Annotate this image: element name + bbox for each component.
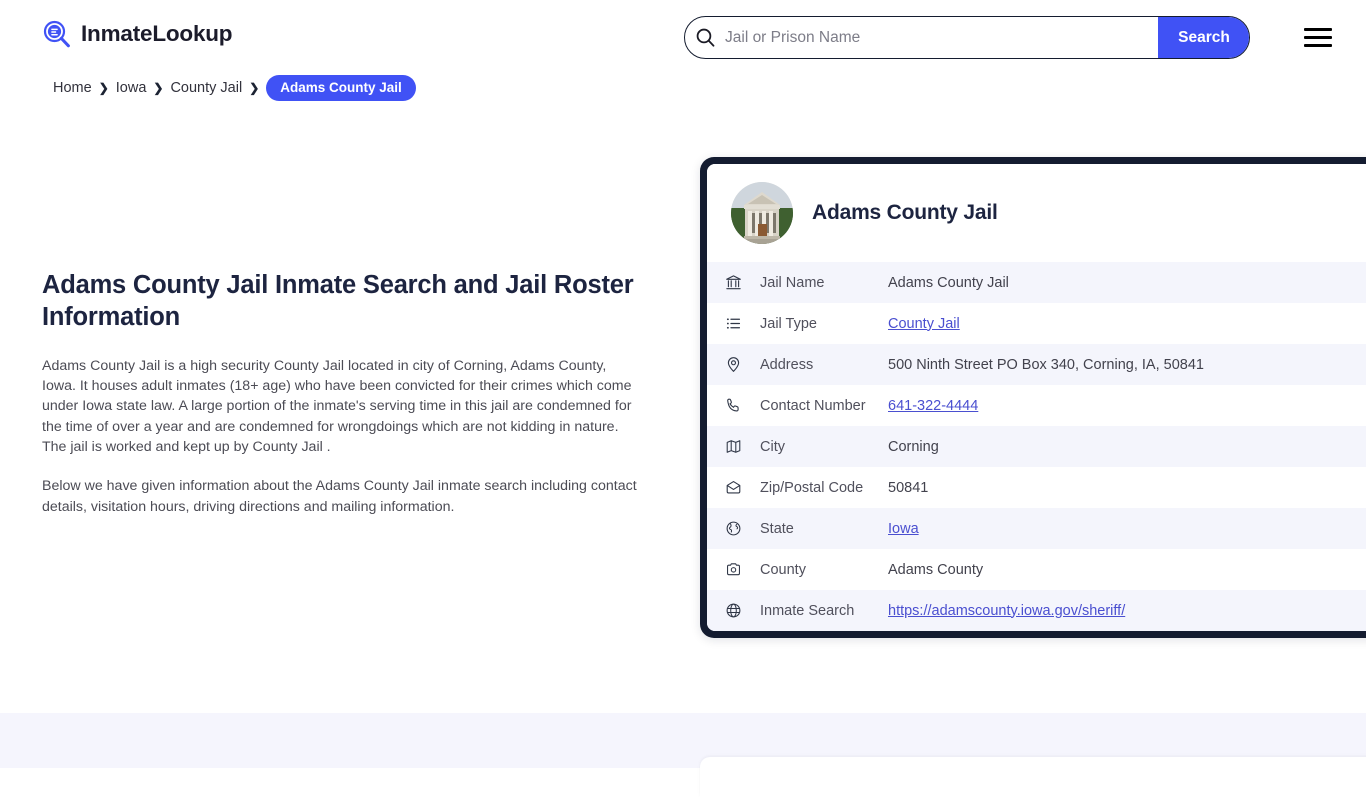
breadcrumb-item-adams-county-jail: Adams County Jail [266, 75, 416, 101]
info-row: County Adams County [707, 549, 1366, 590]
lower-section-card [700, 757, 1366, 797]
info-row-label: Inmate Search [760, 602, 855, 619]
list-icon [707, 315, 760, 332]
info-row: Address 500 Ninth Street PO Box 340, Corn… [707, 344, 1366, 385]
info-row-label: County [760, 561, 806, 578]
map-icon [707, 438, 760, 455]
bank-building-icon [707, 274, 760, 291]
secondary-paragraph: Below we have given information about th… [42, 478, 637, 515]
info-row-label: Jail Name [760, 274, 825, 291]
jail-info-card: Adams County Jail Jail Name Adams County … [700, 157, 1366, 638]
breadcrumb-separator-icon: ❯ [98, 81, 109, 95]
courthouse-photo-avatar [731, 182, 793, 244]
search-bar[interactable]: Search [684, 16, 1250, 59]
info-row: State Iowa [707, 508, 1366, 549]
info-row-label: Address [760, 356, 814, 373]
breadcrumb: Home ❯ Iowa ❯ County Jail ❯ Adams County Jail [53, 75, 416, 101]
phone-icon [707, 397, 760, 414]
info-row-label: Jail Type [760, 315, 817, 332]
county-image-icon [707, 561, 760, 578]
globe-state-icon [707, 520, 760, 537]
breadcrumb-separator-icon: ❯ [249, 81, 260, 95]
info-row-label: State [760, 520, 794, 537]
jail-info-card-title: Adams County Jail [812, 201, 998, 224]
info-row-value: 500 Ninth Street PO Box 340, Corning, IA… [888, 356, 1204, 373]
info-row-value[interactable]: County Jail [888, 316, 1366, 332]
breadcrumb-item-home[interactable]: Home [53, 80, 92, 96]
info-row-label: City [760, 438, 785, 455]
info-row: Contact Number 641-322-4444 [707, 385, 1366, 426]
jail-info-card-inner: Adams County Jail Jail Name Adams County … [707, 164, 1366, 631]
info-row-link[interactable]: Iowa [888, 521, 919, 537]
search-list-logo-icon [42, 19, 72, 49]
globe-icon [707, 602, 760, 619]
breadcrumb-item-county-jail[interactable]: County Jail [170, 80, 242, 96]
info-row-label: Zip/Postal Code [760, 479, 864, 496]
search-icon [685, 27, 725, 48]
info-row: City Corning [707, 426, 1366, 467]
info-row-value[interactable]: https://adamscounty.iowa.gov/sheriff/ [888, 603, 1366, 619]
info-row: Jail Name Adams County Jail [707, 262, 1366, 303]
site-header: InmateLookup Search [0, 0, 1366, 74]
hamburger-menu-icon[interactable] [1304, 22, 1334, 52]
search-input[interactable] [725, 17, 1158, 58]
info-row: Zip/Postal Code 50841 [707, 467, 1366, 508]
info-row-value: Adams County [888, 561, 984, 578]
menu-bar-1 [1304, 27, 1332, 31]
jail-info-rows: Jail Name Adams County Jail Jail Type Count… [707, 262, 1366, 631]
breadcrumb-separator-icon: ❯ [153, 81, 164, 95]
menu-bar-3 [1304, 43, 1332, 47]
intro-paragraph: Adams County Jail is a high security Cou… [42, 357, 632, 455]
envelope-icon [707, 479, 760, 496]
info-row: Inmate Search https://adamscounty.iowa.go… [707, 590, 1366, 631]
main-content: Adams County Jail Inmate Search and Jail… [42, 270, 642, 536]
info-row-value[interactable]: Iowa [888, 521, 1366, 537]
search-button[interactable]: Search [1158, 17, 1249, 58]
brand-name: InmateLookup [81, 21, 233, 46]
page-title: Adams County Jail Inmate Search and Jail… [42, 271, 634, 331]
info-row-link[interactable]: 641-322-4444 [888, 398, 978, 414]
info-row-value: 50841 [888, 479, 929, 496]
info-row: Jail Type County Jail [707, 303, 1366, 344]
info-row-link[interactable]: County Jail [888, 316, 960, 332]
info-row-label: Contact Number [760, 397, 866, 414]
jail-info-card-header: Adams County Jail [707, 164, 1366, 262]
breadcrumb-item-iowa[interactable]: Iowa [116, 80, 147, 96]
brand-logo[interactable]: InmateLookup [42, 19, 233, 49]
menu-bar-2 [1304, 35, 1332, 39]
info-row-link[interactable]: https://adamscounty.iowa.gov/sheriff/ [888, 603, 1125, 619]
map-pin-icon [707, 356, 760, 373]
info-row-value: Adams County Jail [888, 274, 1009, 291]
info-row-value[interactable]: 641-322-4444 [888, 398, 1366, 414]
info-row-value: Corning [888, 438, 939, 455]
